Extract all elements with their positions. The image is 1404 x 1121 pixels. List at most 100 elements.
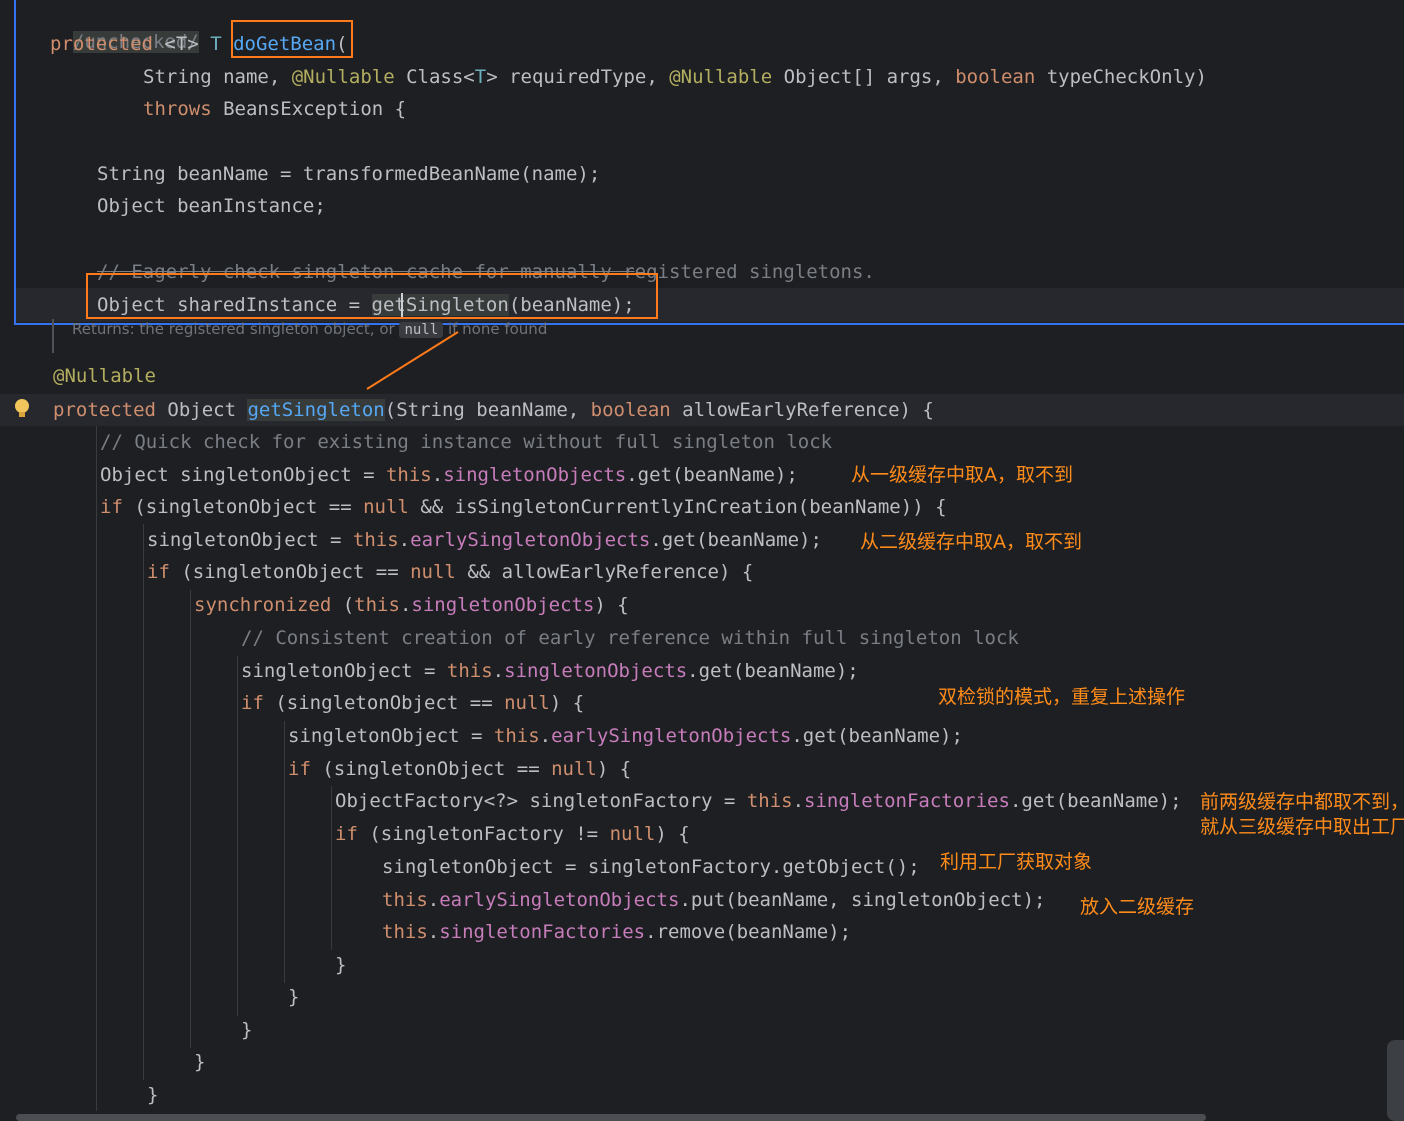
dot: . [792,790,805,812]
dot: . [539,725,552,747]
code-text: ) { [549,692,585,714]
keyword-if: if [147,561,170,583]
code-text: .remove(beanName); [645,921,852,943]
closing-brace: } [241,1019,253,1041]
code-text: (singletonObject == [310,758,552,780]
keyword-if: if [288,758,311,780]
code-text: (singletonObject == [122,496,364,518]
code-line-s14: this.singletonFactories.remove(beanName)… [382,917,851,947]
code-line-s13: this.earlySingletonObjects.put(beanName,… [382,885,1045,915]
code-line-nullable: @Nullable [53,361,156,391]
indent-guide [190,590,191,1048]
closing-brace: } [194,1051,206,1073]
keyword-null: null [609,823,656,845]
bulb-icon-base [19,412,25,417]
code-text: Object [155,399,248,421]
code-text: ( [331,594,355,616]
note-level1-cache: 从一级缓存中取A，取不到 [851,464,1073,486]
code-line-s2: if (singletonObject == null && isSinglet… [100,492,947,522]
dot: . [427,889,440,911]
indent-guide [143,524,144,1080]
annotation-nullable: @Nullable [53,365,156,387]
keyword-this: this [746,790,793,812]
code-line-comment-quick-check: // Quick check for existing instance wit… [100,431,833,453]
keyword-this: this [382,921,428,943]
field-singletonobjects: singletonObjects [504,660,688,682]
code-line-s5: synchronized (this.singletonObjects) { [194,590,629,620]
code-text: .get(beanName); [791,725,963,747]
code-text: singletonObject = [288,725,494,747]
code-text: singletonObject = [147,529,353,551]
note-level3-line1: 前两级缓存中都取不到， [1200,791,1404,813]
field-singletonobjects: singletonObjects [411,594,595,616]
field-singletonfactories: singletonFactories [439,921,646,943]
code-line-s10: ObjectFactory<?> singletonFactory = this… [335,786,1182,816]
code-text: ) { [655,823,690,845]
connector-line [366,331,459,390]
keyword-if: if [335,823,358,845]
keyword-this: this [382,889,428,911]
code-text: singletonObject = [241,660,447,682]
keyword-null: null [551,758,597,780]
code-line-s1: Object singletonObject = this.singletonO… [100,460,798,490]
code-text: allowEarlyReference) { [670,399,934,421]
code-line-comment-consistent: // Consistent creation of early referenc… [241,627,1019,649]
indent-guide [96,426,97,1111]
field-earlysingletonobjects: earlySingletonObjects [410,529,651,551]
code-text: (singletonObject == [169,561,411,583]
code-text: Object singletonObject = [100,464,386,486]
note-double-check-lock: 双检锁的模式，重复上述操作 [938,686,1186,708]
closing-brace: } [288,986,300,1008]
code-text: .get(beanName); [650,529,822,551]
dot: . [431,464,444,486]
code-text: ) { [594,594,629,616]
code-line-s11: if (singletonFactory != null) { [335,819,690,849]
note-put-level2: 放入二级缓存 [1080,896,1195,918]
code-line-s9: if (singletonObject == null) { [288,754,631,784]
vertical-scrollbar[interactable] [1387,1040,1404,1121]
field-earlysingletonobjects: earlySingletonObjects [439,889,680,911]
code-line-s4: if (singletonObject == null && allowEarl… [147,557,753,587]
keyword: boolean [590,399,671,421]
keyword: protected [53,399,156,421]
code-text: (singletonObject == [263,692,505,714]
keyword-this: this [493,725,540,747]
keyword-this: this [385,464,432,486]
field-earlysingletonobjects: earlySingletonObjects [551,725,792,747]
dot: . [398,529,411,551]
code-text: .put(beanName, singletonObject); [679,889,1046,911]
keyword-this: this [352,529,399,551]
keyword-null: null [363,496,409,518]
code-line-s3: singletonObject = this.earlySingletonObj… [147,525,822,555]
code-text: ) { [596,758,632,780]
note-level3-line2: 就从三级缓存中取出工厂 [1200,816,1404,838]
code-line-s8: singletonObject = this.earlySingletonObj… [288,721,963,751]
dot: . [427,921,440,943]
code-line-s7: if (singletonObject == null) { [241,688,584,718]
keyword-null: null [410,561,456,583]
dot: . [492,660,505,682]
code-text: (String beanName, [384,399,591,421]
indent-guide [284,721,285,983]
keyword-if: if [100,496,123,518]
code-text: .get(beanName); [687,660,859,682]
keyword-this: this [446,660,493,682]
code-text: ObjectFactory<?> singletonFactory = [335,790,747,812]
code-text: .get(beanName); [626,464,798,486]
note-level2-cache: 从二级缓存中取A，取不到 [860,531,1082,553]
code-text: (singletonFactory != [357,823,610,845]
keyword-if: if [241,692,264,714]
field-singletonfactories: singletonFactories [804,790,1010,812]
method-name-getsingleton[interactable]: getSingleton [247,399,385,421]
indent-guide [331,786,332,950]
horizontal-scrollbar[interactable] [16,1114,1206,1121]
code-line-s12: singletonObject = singletonFactory.getOb… [382,856,920,878]
dot: . [399,594,412,616]
indent-guide [237,656,238,1016]
note-factory-get-object: 利用工厂获取对象 [940,851,1093,873]
keyword-this: this [354,594,400,616]
code-text: && allowEarlyReference) { [455,561,754,583]
bulb-icon[interactable] [15,399,29,413]
keyword-synchronized: synchronized [194,594,332,616]
code-text: && isSingletonCurrentlyInCreation(beanNa… [408,496,947,518]
